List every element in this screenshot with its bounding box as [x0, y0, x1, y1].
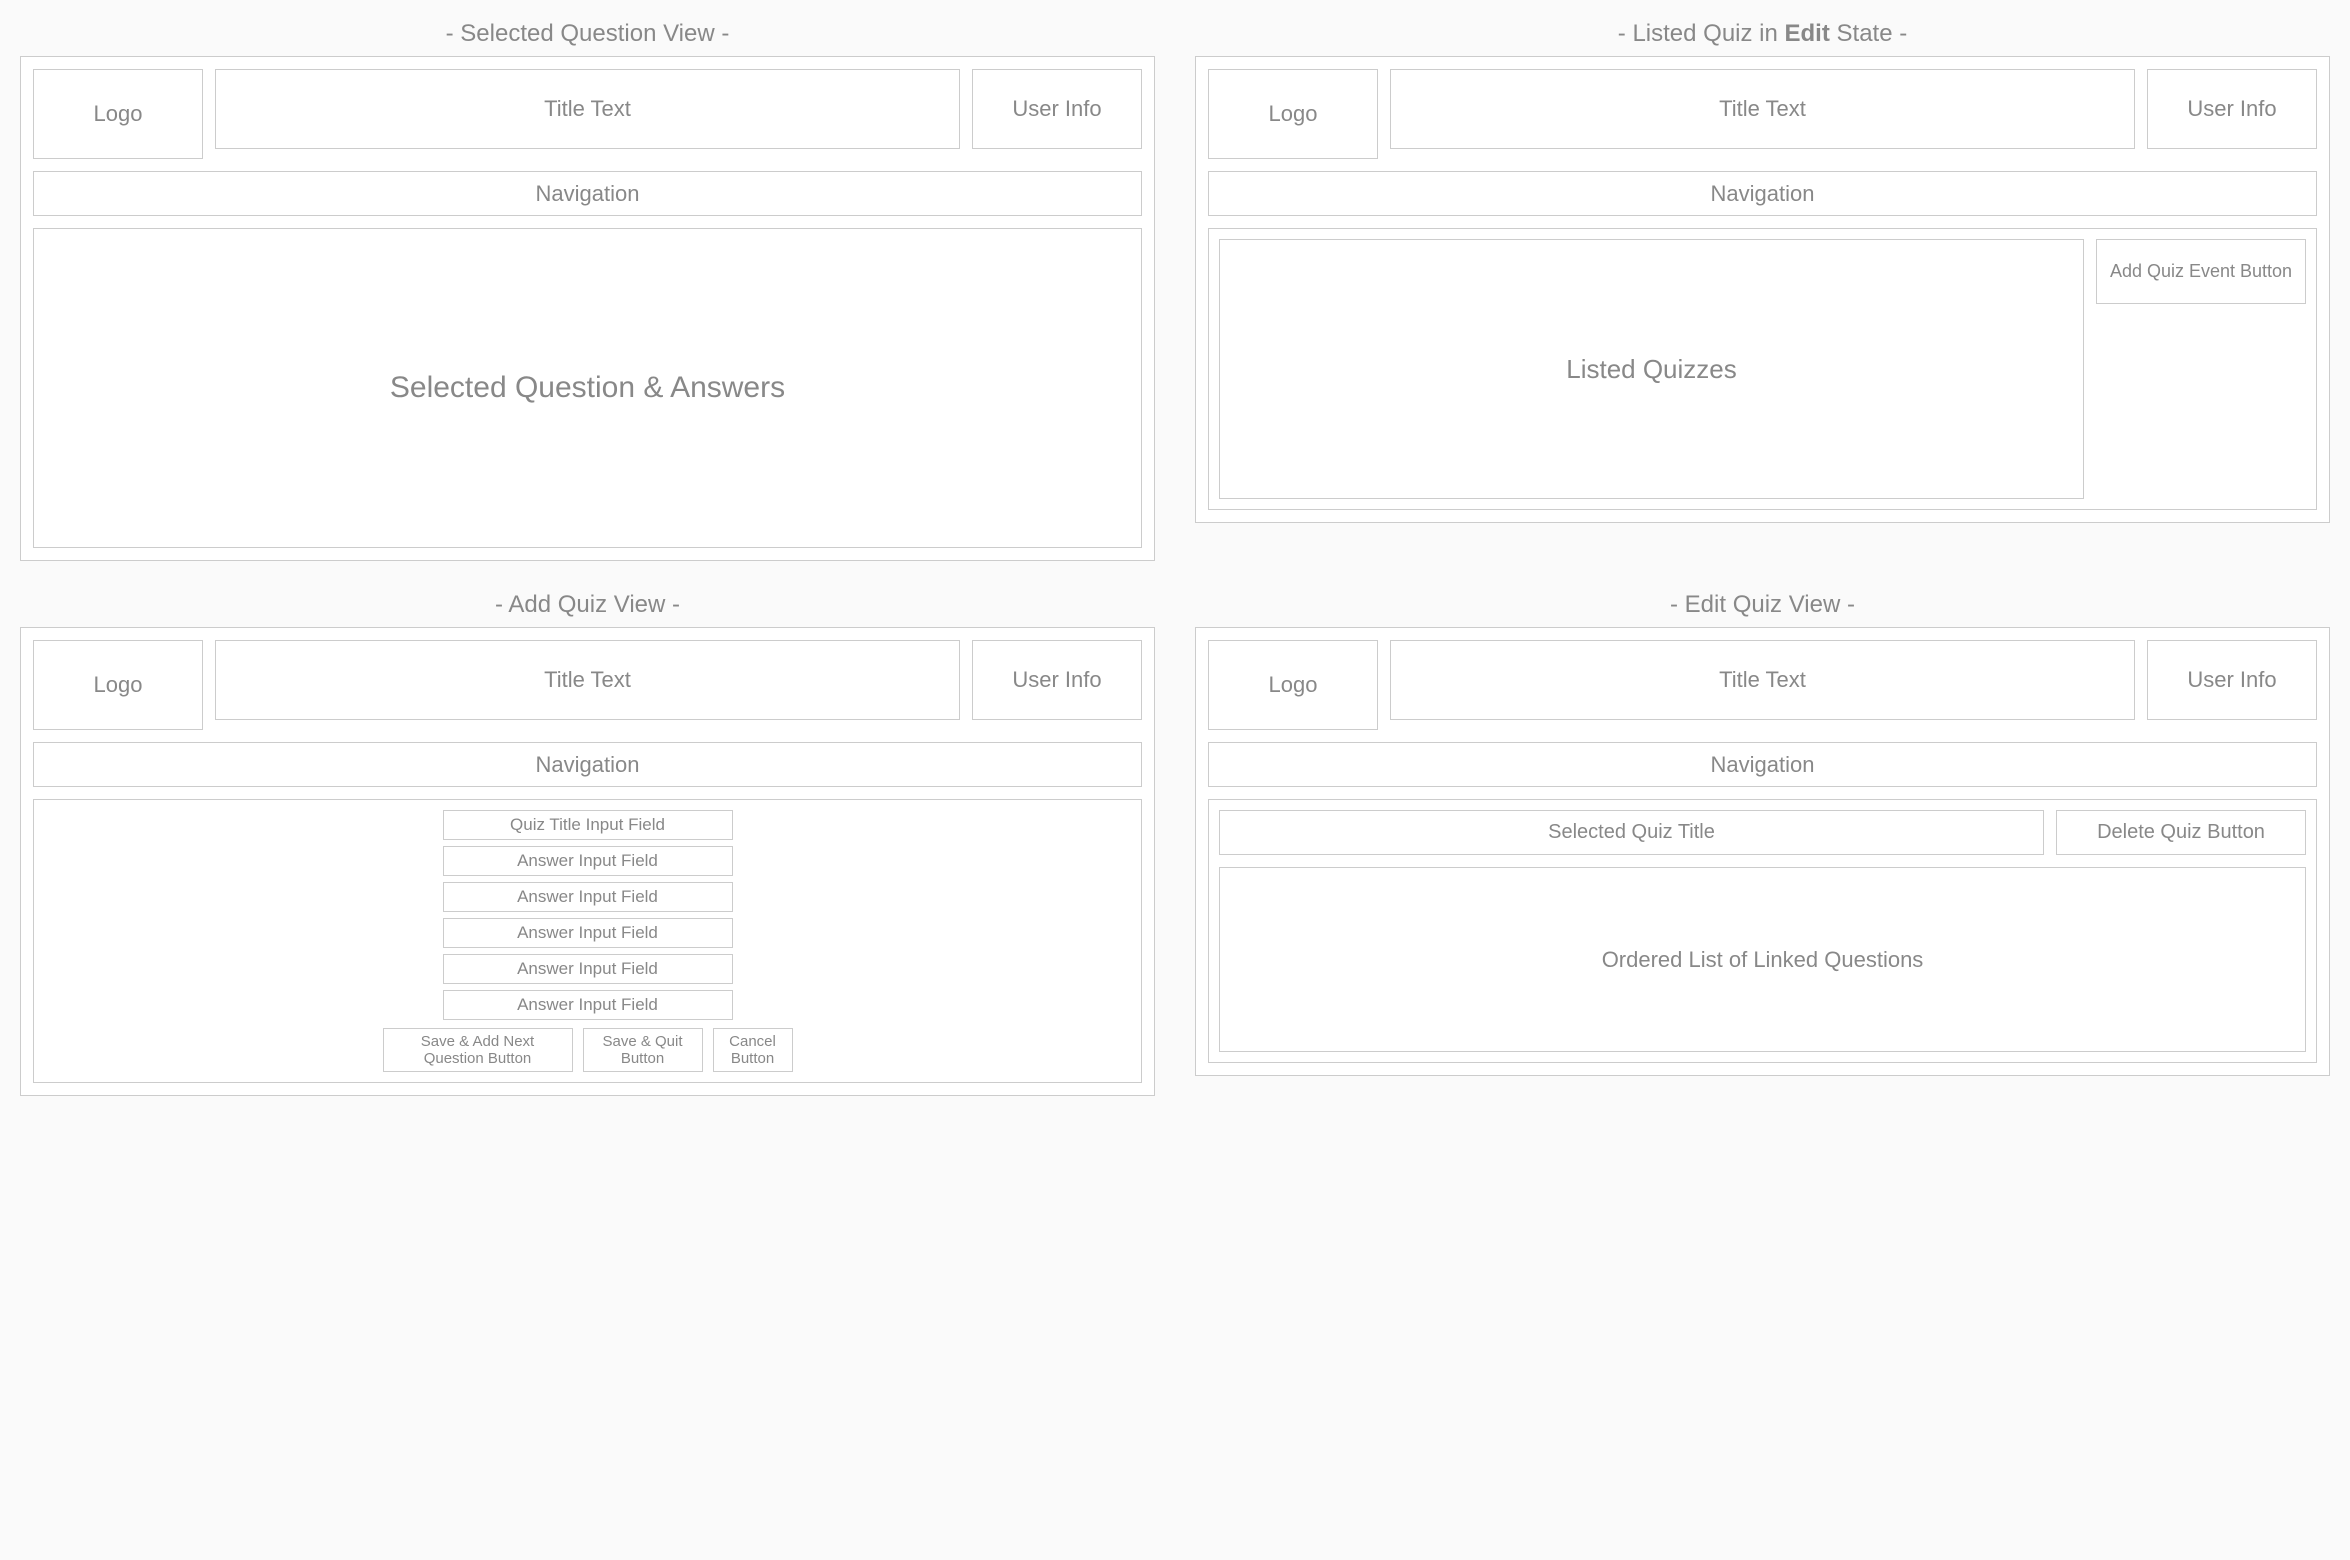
- logo-placeholder: Logo: [33, 640, 203, 730]
- title-text-placeholder: Title Text: [215, 640, 960, 720]
- answer-input[interactable]: Answer Input Field: [443, 954, 733, 984]
- navigation-placeholder: Navigation: [1208, 171, 2317, 216]
- navigation-placeholder: Navigation: [33, 171, 1142, 216]
- wireframe-frame: Logo Title Text User Info Navigation Qui…: [20, 627, 1155, 1096]
- panel-title: - Selected Question View -: [446, 20, 730, 48]
- add-quiz-view-panel: - Add Quiz View - Logo Title Text User I…: [20, 591, 1155, 1096]
- answer-input[interactable]: Answer Input Field: [443, 990, 733, 1020]
- answer-input[interactable]: Answer Input Field: [443, 846, 733, 876]
- panel-title: - Edit Quiz View -: [1670, 591, 1855, 619]
- title-text-placeholder: Title Text: [1390, 69, 2135, 149]
- answer-input[interactable]: Answer Input Field: [443, 882, 733, 912]
- logo-placeholder: Logo: [1208, 69, 1378, 159]
- quiz-title-input[interactable]: Quiz Title Input Field: [443, 810, 733, 840]
- selected-question-answers-area: Selected Question & Answers: [33, 228, 1142, 548]
- logo-placeholder: Logo: [1208, 640, 1378, 730]
- user-info-placeholder: User Info: [2147, 69, 2317, 149]
- panel-title: - Listed Quiz in Edit State -: [1618, 20, 1907, 48]
- delete-quiz-button[interactable]: Delete Quiz Button: [2056, 810, 2306, 855]
- user-info-placeholder: User Info: [972, 69, 1142, 149]
- ordered-list-linked-questions: Ordered List of Linked Questions: [1219, 867, 2306, 1052]
- wireframe-frame: Logo Title Text User Info Navigation Lis…: [1195, 56, 2330, 523]
- wireframe-frame: Logo Title Text User Info Navigation Sel…: [20, 56, 1155, 561]
- answer-input[interactable]: Answer Input Field: [443, 918, 733, 948]
- navigation-placeholder: Navigation: [33, 742, 1142, 787]
- save-quit-button[interactable]: Save & Quit Button: [583, 1028, 703, 1072]
- user-info-placeholder: User Info: [972, 640, 1142, 720]
- title-text-placeholder: Title Text: [1390, 640, 2135, 720]
- selected-quiz-title: Selected Quiz Title: [1219, 810, 2044, 855]
- logo-placeholder: Logo: [33, 69, 203, 159]
- title-text-placeholder: Title Text: [215, 69, 960, 149]
- listed-quiz-edit-state-panel: - Listed Quiz in Edit State - Logo Title…: [1195, 20, 2330, 561]
- listed-quizzes-area: Listed Quizzes: [1219, 239, 2084, 499]
- wireframe-frame: Logo Title Text User Info Navigation Sel…: [1195, 627, 2330, 1076]
- save-add-next-button[interactable]: Save & Add Next Question Button: [383, 1028, 573, 1072]
- user-info-placeholder: User Info: [2147, 640, 2317, 720]
- add-quiz-event-button[interactable]: Add Quiz Event Button: [2096, 239, 2306, 304]
- navigation-placeholder: Navigation: [1208, 742, 2317, 787]
- cancel-button[interactable]: Cancel Button: [713, 1028, 793, 1072]
- edit-quiz-view-panel: - Edit Quiz View - Logo Title Text User …: [1195, 591, 2330, 1096]
- selected-question-view-panel: - Selected Question View - Logo Title Te…: [20, 20, 1155, 561]
- panel-title: - Add Quiz View -: [495, 591, 680, 619]
